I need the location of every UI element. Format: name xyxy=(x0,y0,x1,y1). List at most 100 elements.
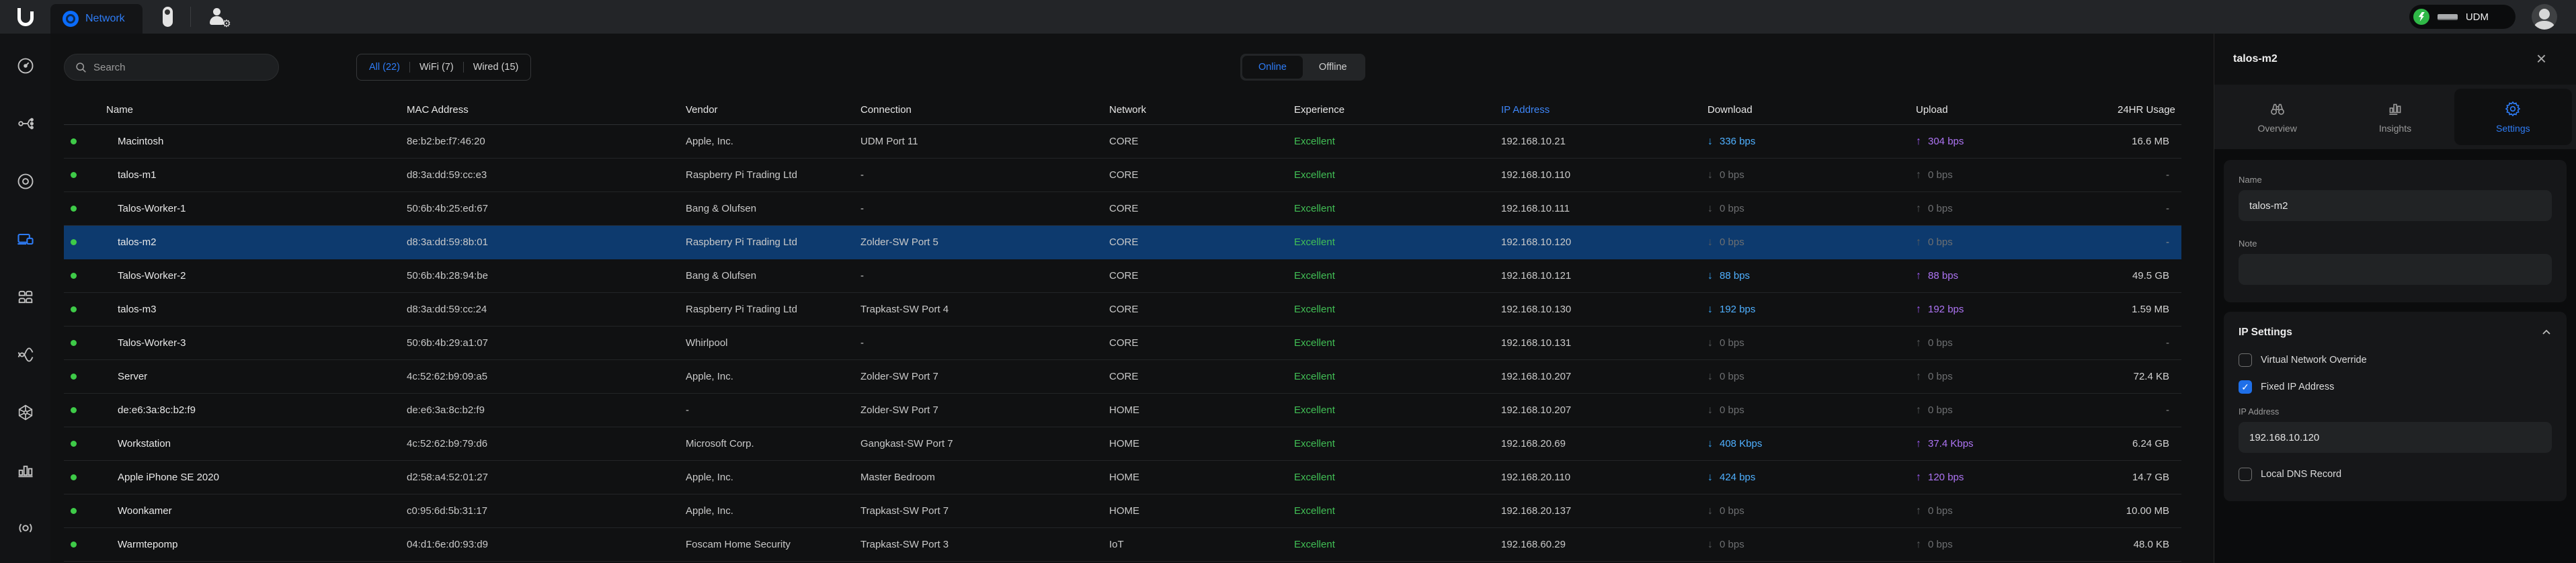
filter-all[interactable]: All (22) xyxy=(369,62,400,73)
table-row[interactable]: Warmtepomp 04:d1:6e:d0:93:d9 Foscam Home… xyxy=(64,528,2181,562)
header-upload[interactable]: Upload xyxy=(1916,104,2118,116)
client-experience: Excellent xyxy=(1294,505,1501,517)
table-row[interactable]: Woonkamer c0:95:6d:5b:31:17 Apple, Inc. … xyxy=(64,494,2181,528)
sidebar-item-hotspot[interactable] xyxy=(16,519,35,537)
fixed-ip-checkbox[interactable]: ✓ xyxy=(2239,380,2252,394)
client-name: Macintosh xyxy=(118,136,407,147)
user-avatar[interactable] xyxy=(2532,4,2557,30)
hotspot-icon xyxy=(16,519,35,537)
client-mac: d8:3a:dd:59:cc:e3 xyxy=(407,169,686,181)
fixed-ip-label: Fixed IP Address xyxy=(2261,382,2334,392)
sidebar-item-topology[interactable] xyxy=(16,114,35,133)
fixed-ip-row[interactable]: ✓ Fixed IP Address xyxy=(2239,380,2552,394)
client-connection: Trapkast-SW Port 4 xyxy=(860,304,1109,315)
table-row[interactable]: Macintosh 8e:b2:be:f7:46:20 Apple, Inc. … xyxy=(64,125,2181,159)
local-dns-checkbox[interactable] xyxy=(2239,468,2252,481)
toggle-offline[interactable]: Offline xyxy=(1303,56,1363,79)
client-mac: de:e6:3a:8c:b2:f9 xyxy=(407,404,686,416)
protect-app-icon[interactable] xyxy=(163,7,173,27)
client-network: CORE xyxy=(1109,304,1294,315)
close-icon[interactable]: × xyxy=(2536,50,2546,67)
table-row[interactable]: talos-m2 d8:3a:dd:59:8b:01 Raspberry Pi … xyxy=(64,226,2181,259)
client-connection: - xyxy=(860,169,1109,181)
client-experience: Excellent xyxy=(1294,472,1501,483)
local-dns-row[interactable]: Local DNS Record xyxy=(2239,468,2552,481)
online-status-dot xyxy=(71,306,77,312)
client-network: CORE xyxy=(1109,371,1294,382)
search-input[interactable]: Search xyxy=(64,54,279,81)
table-row[interactable]: de:e6:3a:8c:b2:f9 de:e6:3a:8c:b2:f9 - Zo… xyxy=(64,394,2181,427)
client-usage: 1.59 MB xyxy=(2118,304,2181,315)
table-row[interactable]: talos-m1 d8:3a:dd:59:cc:e3 Raspberry Pi … xyxy=(64,159,2181,192)
note-field[interactable] xyxy=(2239,254,2552,285)
client-experience: Excellent xyxy=(1294,539,1501,550)
client-connection: Zolder-SW Port 7 xyxy=(860,404,1109,416)
toggle-online[interactable]: Online xyxy=(1242,56,1303,79)
tab-network-app[interactable]: Network xyxy=(50,4,143,34)
sidebar-item-wifi[interactable] xyxy=(16,345,35,364)
header-name[interactable]: Name xyxy=(83,104,407,116)
header-vendor[interactable]: Vendor xyxy=(686,104,860,116)
virtual-network-override-row[interactable]: Virtual Network Override xyxy=(2239,353,2552,367)
client-name: Workstation xyxy=(118,438,407,449)
client-upload: ↑88 bps xyxy=(1916,270,2118,282)
name-field[interactable]: talos-m2 xyxy=(2239,190,2552,221)
client-mac: 8e:b2:be:f7:46:20 xyxy=(407,136,686,147)
console-name: UDM xyxy=(2466,11,2489,23)
client-network: CORE xyxy=(1109,337,1294,349)
console-selector[interactable]: UDM xyxy=(2409,5,2515,29)
header-experience[interactable]: Experience xyxy=(1294,104,1501,116)
table-row[interactable]: Workstation 4c:52:62:b9:79:d6 Microsoft … xyxy=(64,427,2181,461)
table-row[interactable]: Apple iPhone SE 2020 d2:58:a4:52:01:27 A… xyxy=(64,461,2181,494)
header-connection[interactable]: Connection xyxy=(860,104,1109,116)
header-24hr-usage[interactable]: 24HR Usage xyxy=(2118,104,2181,116)
header-mac[interactable]: MAC Address xyxy=(407,104,686,116)
client-upload: ↑37.4 Kbps xyxy=(1916,438,2118,450)
virtual-network-override-checkbox[interactable] xyxy=(2239,353,2252,367)
table-row[interactable]: talos-m3 d8:3a:dd:59:cc:24 Raspberry Pi … xyxy=(64,293,2181,327)
sidebar-item-unifi-devices[interactable] xyxy=(16,172,35,191)
settings-gear-icon xyxy=(2504,100,2522,118)
download-arrow-icon: ↓ xyxy=(1707,136,1713,148)
client-vendor: Raspberry Pi Trading Ltd xyxy=(686,169,860,181)
client-network: IoT xyxy=(1109,539,1294,550)
tab-overview[interactable]: Overview xyxy=(2218,89,2336,145)
client-connection: Trapkast-SW Port 7 xyxy=(860,505,1109,517)
sidebar-item-networks[interactable] xyxy=(16,403,35,422)
sidebar-item-statistics[interactable] xyxy=(16,461,35,480)
client-network: CORE xyxy=(1109,270,1294,282)
table-row[interactable]: Talos-Worker-2 50:6b:4b:28:94:be Bang & … xyxy=(64,259,2181,293)
download-arrow-icon: ↓ xyxy=(1707,404,1713,417)
table-row[interactable]: Talos-Worker-3 50:6b:4b:29:a1:07 Whirlpo… xyxy=(64,327,2181,360)
upload-arrow-icon: ↑ xyxy=(1916,203,1921,215)
header-ip-address[interactable]: IP Address xyxy=(1501,104,1707,116)
ip-address-field[interactable]: 192.168.10.120 xyxy=(2239,422,2552,453)
upload-arrow-icon: ↑ xyxy=(1916,371,1921,383)
tab-settings[interactable]: Settings xyxy=(2454,89,2572,145)
client-usage: 14.7 GB xyxy=(2118,472,2181,483)
unifi-logo-icon xyxy=(17,8,34,26)
client-ip: 192.168.20.110 xyxy=(1501,472,1707,483)
client-usage: 72.4 KB xyxy=(2118,371,2181,382)
ip-address-field-label: IP Address xyxy=(2239,407,2552,417)
client-vendor: - xyxy=(686,404,860,416)
filter-wired[interactable]: Wired (15) xyxy=(473,62,519,73)
client-usage: 6.24 GB xyxy=(2118,438,2181,449)
filter-wifi[interactable]: WiFi (7) xyxy=(419,62,454,73)
client-usage: - xyxy=(2118,203,2181,214)
sidebar-item-zones[interactable] xyxy=(16,288,35,306)
client-download: ↓0 bps xyxy=(1707,203,1916,215)
chevron-up-icon[interactable] xyxy=(2541,327,2552,338)
header-network[interactable]: Network xyxy=(1109,104,1294,116)
sidebar-item-dashboard[interactable] xyxy=(16,56,35,75)
header-download[interactable]: Download xyxy=(1707,104,1916,116)
table-row[interactable]: Talos-Worker-1 50:6b:4b:25:ed:67 Bang & … xyxy=(64,192,2181,226)
client-name: de:e6:3a:8c:b2:f9 xyxy=(118,404,407,416)
table-row[interactable]: Server 4c:52:62:b9:09:a5 Apple, Inc. Zol… xyxy=(64,360,2181,394)
tab-insights[interactable]: Insights xyxy=(2336,89,2454,145)
access-app-icon[interactable]: ⚙ xyxy=(208,7,229,27)
client-connection: UDM Port 11 xyxy=(860,136,1109,147)
unifi-logo[interactable] xyxy=(0,0,50,34)
client-experience: Excellent xyxy=(1294,136,1501,147)
sidebar-item-clients[interactable] xyxy=(16,230,35,249)
